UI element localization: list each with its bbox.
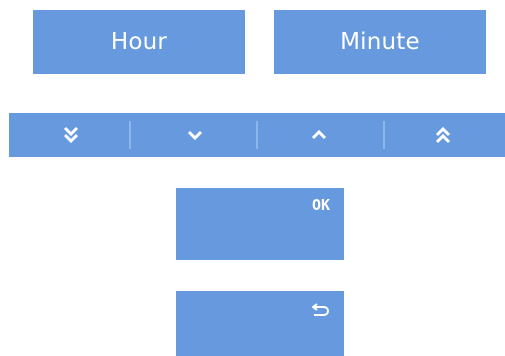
- decrease-button[interactable]: [133, 113, 257, 157]
- double-chevron-down-icon: [63, 126, 79, 144]
- arrow-divider: [383, 121, 385, 149]
- ok-button-label: OK: [311, 196, 330, 214]
- minute-button-label: Minute: [340, 29, 420, 55]
- ok-button[interactable]: OK: [176, 188, 344, 260]
- chevron-down-icon: [187, 129, 203, 141]
- increase-fast-button[interactable]: [381, 113, 505, 157]
- increase-button[interactable]: [257, 113, 381, 157]
- arrow-divider: [129, 121, 131, 149]
- double-chevron-up-icon: [435, 126, 451, 144]
- hour-button-label: Hour: [110, 29, 168, 55]
- chevron-up-icon: [311, 129, 327, 141]
- minute-button[interactable]: Minute: [274, 10, 486, 74]
- adjust-arrow-bar: [9, 113, 505, 157]
- arrow-divider: [256, 121, 258, 149]
- return-icon: [312, 303, 330, 317]
- decrease-fast-button[interactable]: [9, 113, 133, 157]
- hour-button[interactable]: Hour: [33, 10, 245, 74]
- back-button[interactable]: [176, 291, 344, 356]
